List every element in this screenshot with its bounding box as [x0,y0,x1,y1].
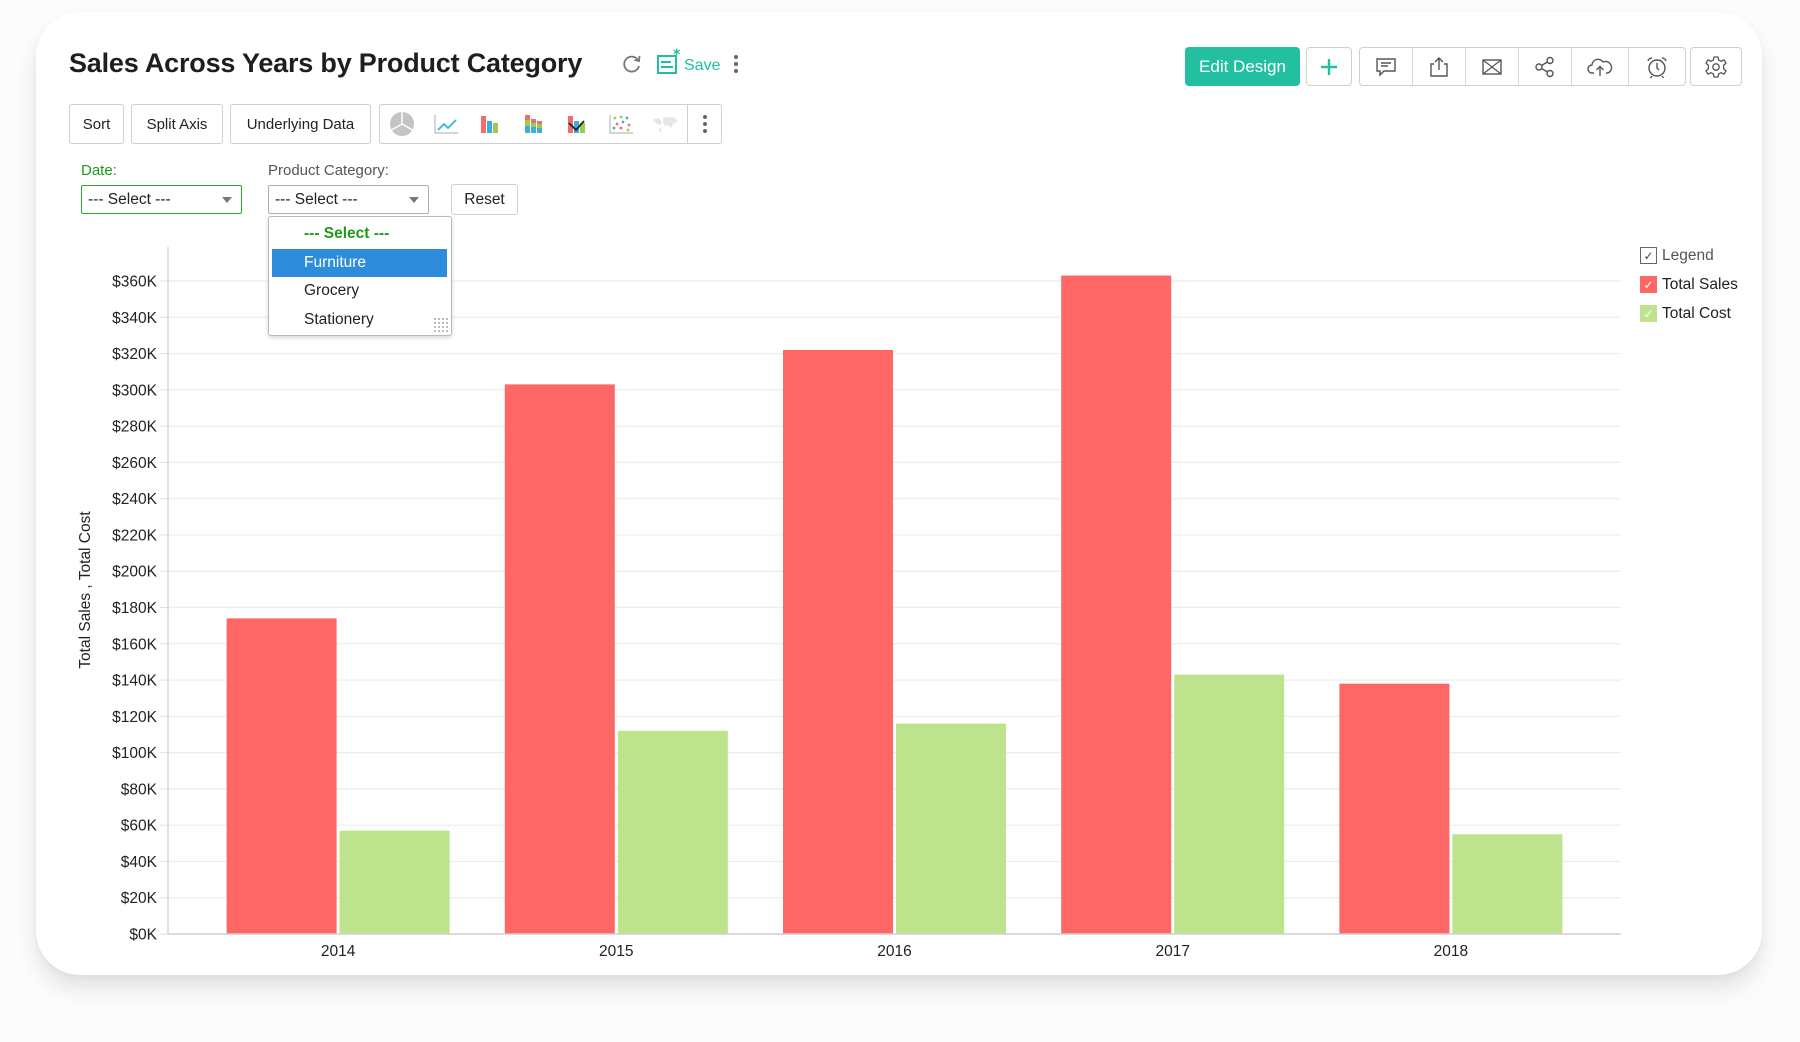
x-tick-label: 2016 [877,943,911,960]
y-tick-label: $20K [121,890,158,907]
checkbox-icon: ✓ [1640,247,1657,264]
bar-total-sales-2017 [1061,275,1172,934]
y-axis-title: Total Sales , Total Cost [77,511,94,669]
bar-total-cost-2016 [896,723,1006,934]
y-tick-label: $260K [112,455,157,472]
dropdown-option-furniture[interactable]: Furniture [272,249,447,277]
legend-item-label: Total Sales [1662,275,1738,293]
bar-total-sales-2016 [783,349,893,935]
x-tick-label: 2015 [599,943,633,960]
y-tick-label: $300K [112,382,157,399]
y-tick-label: $240K [112,491,157,508]
bar-total-sales-2015 [504,384,615,934]
y-tick-label: $0K [129,927,157,944]
y-tick-label: $200K [112,564,157,581]
y-tick-label: $340K [112,310,157,327]
y-tick-label: $180K [112,600,157,617]
dropdown-option-select[interactable]: --- Select --- [272,220,447,248]
y-tick-label: $280K [112,419,157,436]
bar-total-sales-2018 [1339,683,1450,934]
y-tick-label: $140K [112,673,157,690]
bar-total-cost-2018 [1452,834,1563,934]
product-category-dropdown: --- Select --- Furniture Grocery Station… [268,216,452,336]
y-tick-label: $80K [121,781,158,798]
bar-total-cost-2014 [339,830,450,934]
legend-item-total-sales[interactable]: ✓ Total Sales [1640,270,1738,299]
bar-total-cost-2017 [1174,674,1285,934]
bar-total-sales-2014 [226,618,337,934]
x-tick-label: 2017 [1155,943,1189,960]
checkbox-icon: ✓ [1640,305,1657,322]
legend-toggle[interactable]: ✓ Legend [1640,241,1738,270]
resize-handle[interactable] [433,317,449,333]
legend-item-label: Total Cost [1662,304,1731,322]
bar-total-cost-2015 [617,730,728,934]
y-tick-label: $220K [112,527,157,544]
y-tick-label: $360K [112,274,157,291]
chart-legend: ✓ Legend ✓ Total Sales ✓ Total Cost [1640,241,1738,328]
x-tick-label: 2018 [1434,943,1468,960]
y-tick-label: $40K [121,854,158,871]
legend-item-total-cost[interactable]: ✓ Total Cost [1640,299,1738,328]
y-tick-label: $320K [112,346,157,363]
y-tick-label: $100K [112,745,157,762]
y-tick-label: $60K [121,818,158,835]
bar-chart: $0K $20K $40K $60K $80K $100K $120K $140K $160K $… [112,247,1621,960]
checkbox-icon: ✓ [1640,276,1657,293]
dropdown-option-stationery[interactable]: Stationery [272,306,447,334]
x-tick-label: 2014 [321,943,356,960]
y-tick-label: $160K [112,636,157,653]
dropdown-option-grocery[interactable]: Grocery [272,277,447,305]
y-tick-label: $120K [112,709,157,726]
legend-title: Legend [1662,246,1714,264]
